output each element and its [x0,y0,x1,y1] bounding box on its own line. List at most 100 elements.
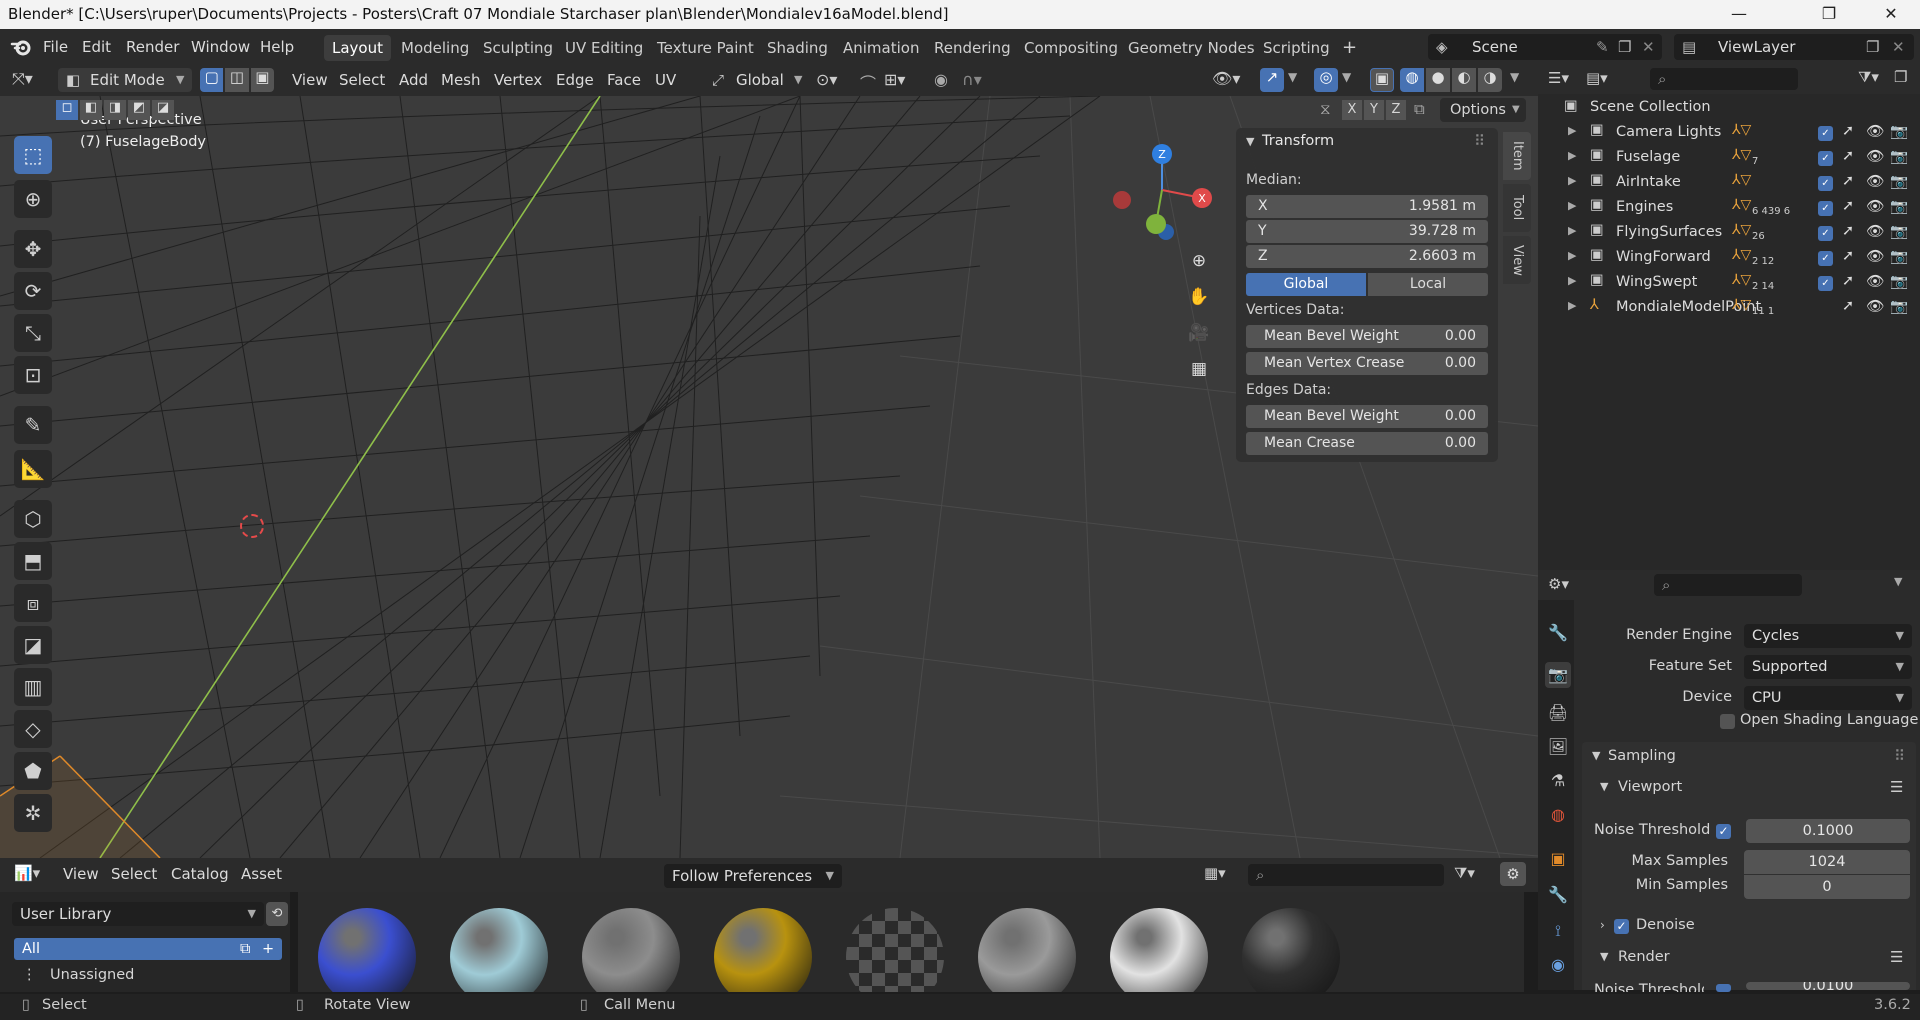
options-dropdown[interactable]: Options ▼ [1440,98,1526,122]
material-asset-thumbnail[interactable] [318,908,416,992]
tab-animation[interactable]: Animation [835,35,927,61]
global-space-button[interactable]: Global [1246,273,1366,296]
eye-icon[interactable]: 👁 [1866,148,1884,165]
device-dropdown[interactable]: CPU ▼ [1744,686,1912,710]
editor-type-icon[interactable]: ⤧▾ [12,69,48,91]
menu-add[interactable]: Add [392,68,435,92]
denoise-checkbox[interactable]: ✓ [1614,919,1629,934]
menu-select[interactable]: Select [332,68,392,92]
camera-render-icon[interactable]: 📷 [1890,173,1908,190]
camera-render-icon[interactable]: 📷 [1890,148,1908,165]
exclude-checkbox[interactable]: ✓ [1818,251,1833,266]
render-engine-dropdown[interactable]: Cycles ▼ [1744,624,1912,648]
drag-handle-icon[interactable]: ⠿ [1474,132,1485,150]
transform-tool[interactable]: ⊡ [14,356,52,394]
menu-window[interactable]: Window [184,35,257,59]
feature-set-dropdown[interactable]: Supported ▼ [1744,655,1912,679]
median-z-field[interactable]: Z 2.6603 m [1246,245,1488,268]
asset-editor-icon[interactable]: 📊▾ [14,864,40,882]
outliner-search-input[interactable]: ⌕ [1650,68,1798,90]
outliner-item[interactable]: ▶ ▣ Engines ⅄▽ 6 439 6 ✓ ➚ 👁 📷 [1538,196,1920,221]
mean-vertex-crease-field[interactable]: Mean Vertex Crease 0.00 [1246,352,1488,375]
delete-view-layer-icon[interactable]: ✕ [1892,34,1905,60]
asset-library-dropdown[interactable]: User Library ▼ [12,902,264,926]
display-mode-icon[interactable]: ▤▾ [1586,69,1608,87]
exclude-checkbox[interactable]: ✓ [1818,276,1833,291]
inset-tool[interactable]: ⧈ [14,584,52,622]
material-shading-icon[interactable]: ◐ [1452,68,1476,92]
outliner-editor-icon[interactable]: ☰▾ [1548,69,1569,87]
import-method-dropdown[interactable]: Follow Preferences ▼ [664,864,842,888]
mean-bevel-weight-edge-field[interactable]: Mean Bevel Weight 0.00 [1246,405,1488,428]
3d-cursor[interactable] [240,514,264,538]
outliner-root[interactable]: ▣ Scene Collection [1538,96,1920,121]
selectable-icon[interactable]: ➚ [1842,123,1854,139]
render-noise-threshold-field[interactable]: 0.0100 [1746,982,1910,990]
exclude-checkbox[interactable]: ✓ [1818,201,1833,216]
local-space-button[interactable]: Local [1368,273,1488,296]
expand-arrow-icon[interactable]: ▶ [1568,124,1576,137]
asset-menu-catalog[interactable]: Catalog [164,862,236,886]
mean-crease-field[interactable]: Mean Crease 0.00 [1246,432,1488,455]
selectable-icon[interactable]: ➚ [1842,148,1854,164]
max-samples-field[interactable]: 1024 [1744,850,1910,874]
snap-target-icon[interactable]: ⊞▾ [884,70,905,89]
eye-icon[interactable]: 👁 [1866,223,1884,240]
auto-merge-icon[interactable]: ⧉ [1414,100,1425,118]
eye-icon[interactable]: 👁 [1866,198,1884,215]
zoom-icon[interactable]: ⊕ [1184,246,1214,276]
orientation-dropdown[interactable]: ⤢ Global ▼ [708,68,808,92]
tab-rendering[interactable]: Rendering [926,35,1019,61]
chevron-down-icon[interactable]: ▼ [1246,135,1254,148]
menu-vertex[interactable]: Vertex [487,68,549,92]
material-asset-thumbnail[interactable] [1242,908,1340,992]
mirror-x-button[interactable]: X [1342,100,1362,120]
navigation-gizmo[interactable]: Z X [1106,140,1216,240]
chevron-down-icon[interactable]: ▼ [1894,575,1902,588]
physics-properties-tab-icon[interactable]: ◉ [1545,952,1571,978]
tab-shading[interactable]: Shading [759,35,836,61]
set-selection-icon[interactable]: ◻ [56,100,78,120]
pivot-point-icon[interactable]: ⊙▾ [816,70,837,89]
expand-arrow-icon[interactable]: ▶ [1568,174,1576,187]
eye-icon[interactable]: 👁 [1866,298,1884,315]
spin-tool[interactable]: ✲ [14,794,52,832]
toggle-perspective-icon[interactable]: ▦ [1184,354,1214,384]
maximize-button[interactable]: ❐ [1804,0,1854,29]
tool-properties-tab-icon[interactable]: 🔧 [1545,620,1571,646]
world-properties-tab-icon[interactable]: ◍ [1545,802,1571,828]
osl-checkbox[interactable] [1720,714,1735,729]
sidebar-tab-item[interactable]: Item [1503,132,1531,180]
loop-cut-tool[interactable]: ▥ [14,668,52,706]
expand-arrow-icon[interactable]: ▶ [1568,149,1576,162]
display-thumbnails-icon[interactable]: ▦▾ [1204,864,1226,882]
camera-render-icon[interactable]: 📷 [1890,123,1908,140]
outliner-item[interactable]: ▶ ▣ WingSwept ⅄▽ 2 14 ✓ ➚ 👁 📷 [1538,271,1920,296]
outliner-item[interactable]: ▶ ▣ WingForward ⅄▽ 2 12 ✓ ➚ 👁 📷 [1538,246,1920,271]
material-asset-thumbnail[interactable] [714,908,812,992]
new-scene-icon[interactable]: ❐ [1618,34,1631,60]
expand-arrow-icon[interactable]: ▶ [1568,249,1576,262]
refresh-library-icon[interactable]: ⟲ [266,902,288,926]
material-asset-thumbnail[interactable] [846,908,944,992]
proportional-edit-icon[interactable]: ◉ [934,70,948,89]
add-cube-tool[interactable]: ⬡ [14,500,52,538]
object-properties-tab-icon[interactable]: ▣ [1545,846,1571,872]
chevron-down-icon[interactable]: ▼ [1342,70,1351,84]
eye-icon[interactable]: 👁 [1866,123,1884,140]
camera-render-icon[interactable]: 📷 [1890,298,1908,315]
outliner-item[interactable]: ▶ ▣ FlyingSurfaces ⅄▽ 26 ✓ ➚ 👁 📷 [1538,221,1920,246]
extend-selection-icon[interactable]: ◧ [80,100,102,120]
subtract-selection-icon[interactable]: ◨ [104,100,126,120]
cursor-tool[interactable]: ⊕ [14,180,52,218]
catalog-item-unassigned[interactable]: ⋮ Unassigned [14,964,282,986]
face-select-icon[interactable]: ▣ [250,68,274,92]
output-properties-tab-icon[interactable]: 🖨 [1545,700,1571,726]
material-asset-thumbnail[interactable] [450,908,548,992]
render-properties-tab-icon[interactable]: 📷 [1545,662,1571,688]
eye-icon[interactable]: 👁 [1866,248,1884,265]
mirror-z-button[interactable]: Z [1386,100,1406,120]
xray-icon[interactable]: ▣ [1370,68,1394,92]
overlays-icon[interactable]: ◎ [1314,68,1338,92]
new-catalog-icon[interactable]: ⧉ [240,938,250,960]
